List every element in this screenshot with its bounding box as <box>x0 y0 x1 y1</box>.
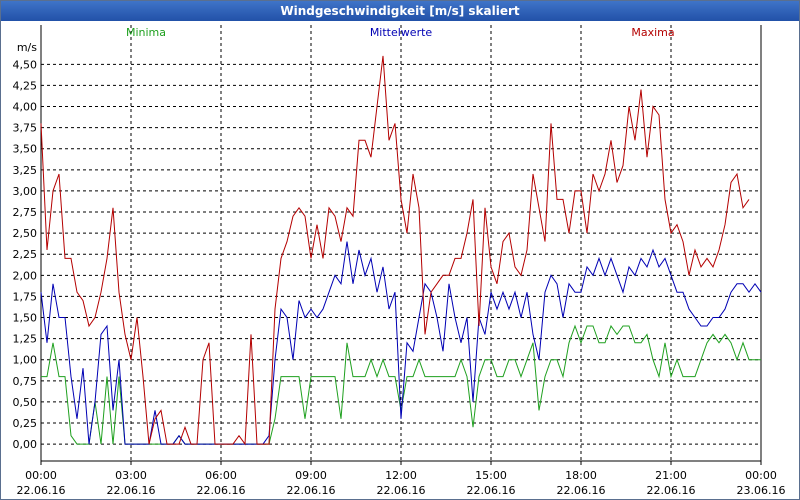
x-tick-time: 21:00 <box>655 469 687 482</box>
legend-maxima: Maxima <box>631 26 674 39</box>
legend-minima: Minima <box>126 26 166 39</box>
y-tick-label: 3,25 <box>13 164 38 177</box>
series-line-maxima <box>40 55 750 446</box>
y-tick-label: 0,75 <box>13 375 38 388</box>
y-tick-label: 2,00 <box>13 269 38 282</box>
x-tick-date: 22.06.16 <box>467 484 516 497</box>
x-tick-time: 12:00 <box>385 469 417 482</box>
x-tick-time: 15:00 <box>475 469 507 482</box>
x-tick-time: 00:00 <box>25 469 57 482</box>
y-tick-label: 2,25 <box>13 248 38 261</box>
axes: 0,00 0,25 0,50 0,75 1,00 1,25 1,50 1,75 2,00 2,25… <box>13 25 786 497</box>
chart-window: Windgeschwindigkeit [m/s] skaliert 0,00 0… <box>0 0 800 500</box>
y-tick-label: 0,25 <box>13 417 38 430</box>
wind-speed-chart: 0,00 0,25 0,50 0,75 1,00 1,25 1,50 1,75 2,00 2,25… <box>13 25 786 497</box>
x-tick-date: 22.06.16 <box>107 484 156 497</box>
x-tick-date: 22.06.16 <box>287 484 336 497</box>
x-tick-time: 18:00 <box>565 469 597 482</box>
x-tick-date: 23.06.16 <box>737 484 786 497</box>
y-tick-label: 1,50 <box>13 312 38 325</box>
x-tick-time: 09:00 <box>295 469 327 482</box>
x-tick-date: 22.06.16 <box>197 484 246 497</box>
y-tick-label: 1,25 <box>13 333 38 346</box>
y-tick-label: 3,00 <box>13 185 38 198</box>
y-tick-label: 4,50 <box>13 58 38 71</box>
grid <box>41 25 761 461</box>
y-tick-label: 3,50 <box>13 143 38 156</box>
y-tick-label: 1,00 <box>13 354 38 367</box>
y-tick-label: 2,50 <box>13 227 38 240</box>
x-tick-time: 00:00 <box>745 469 777 482</box>
y-axis-unit: m/s <box>17 41 37 54</box>
x-tick-date: 22.06.16 <box>377 484 426 497</box>
x-tick-date: 22.06.16 <box>647 484 696 497</box>
x-tick-date: 22.06.16 <box>557 484 606 497</box>
y-tick-label: 4,25 <box>13 79 38 92</box>
y-tick-label: 2,75 <box>13 206 38 219</box>
y-tick-label: 1,75 <box>13 290 38 303</box>
y-tick-label: 3,75 <box>13 122 38 135</box>
y-tick-label: 4,00 <box>13 101 38 114</box>
legend-mittelwerte: Mittelwerte <box>370 26 433 39</box>
x-tick-time: 03:00 <box>115 469 147 482</box>
y-tick-label: 0,00 <box>13 438 38 451</box>
x-tick-time: 06:00 <box>205 469 237 482</box>
y-tick-label: 0,50 <box>13 396 38 409</box>
x-tick-date: 22.06.16 <box>17 484 66 497</box>
legend: Minima Mittelwerte Maxima <box>126 26 675 39</box>
